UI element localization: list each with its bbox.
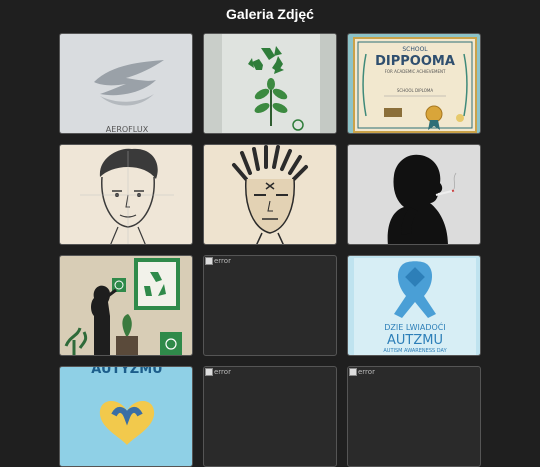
autism-line3: AUTISM AWARENESS DAY [383,348,447,354]
sketch-face-icon [60,145,192,244]
gallery-image-broken[interactable]: error [347,366,481,467]
broken-image-icon: error [349,368,375,376]
diploma-line4: SCHOOL DIPLOMA [397,88,433,93]
diploma-icon: SCHOOL DIPPOOMA FOR ACADEMIC ACHIEVEMENT… [348,34,480,133]
blue-heart-icon: AUTYZMU [60,367,192,466]
gallery-image-broken[interactable]: error [203,366,337,467]
diploma-line1: SCHOOL [402,46,428,53]
gallery-image-aeroflux-logo[interactable]: AEROFLUX [59,33,193,134]
recycling-plant-icon [204,34,336,133]
page-title: Galeria Zdjęć [226,6,314,22]
gallery-image-autism-awareness[interactable]: DZIE LWIADOĆI AUTZMU AUTISM AWARENESS DA… [347,255,481,356]
gallery-image-school-diploma[interactable]: SCHOOL DIPPOOMA FOR ACADEMIC ACHIEVEMENT… [347,33,481,134]
gallery-image-broken[interactable]: error [203,255,337,356]
broken-image-alt: error [358,368,375,376]
broken-image-icon: error [205,368,231,376]
broken-image-icon: error [205,257,231,265]
broken-image-alt: error [214,257,231,265]
gallery-grid: AEROFLUX SCHOOL DIPPOOMA FOR ACADEMIC AC… [59,33,481,467]
gallery-image-smoker-recycling-room[interactable] [59,255,193,356]
diploma-line3: FOR ACADEMIC ACHIEVEMENT [385,69,446,74]
smoker-silhouette-icon [348,145,480,244]
smoker-recycling-room-icon [60,256,192,355]
autism-line1: DZIE LWIADOĆI [384,321,445,332]
bird-logo-icon: AEROFLUX [60,34,192,134]
gallery-image-blue-heart-poster[interactable]: AUTYZMU [59,366,193,467]
gallery-image-dreadlocks-face[interactable] [203,144,337,245]
poster-caption: AUTYZMU [91,367,162,377]
dreadlocks-face-icon [204,145,336,244]
gallery-image-sketch-face[interactable] [59,144,193,245]
gallery-image-smoker-silhouette[interactable] [347,144,481,245]
autism-line2: AUTZMU [387,333,443,348]
gallery-image-recycling-plant[interactable] [203,33,337,134]
broken-image-alt: error [214,368,231,376]
diploma-line2: DIPPOOMA [375,54,455,69]
aeroflux-caption: AEROFLUX [106,125,149,134]
autism-ribbon-icon: DZIE LWIADOĆI AUTZMU AUTISM AWARENESS DA… [348,256,480,355]
